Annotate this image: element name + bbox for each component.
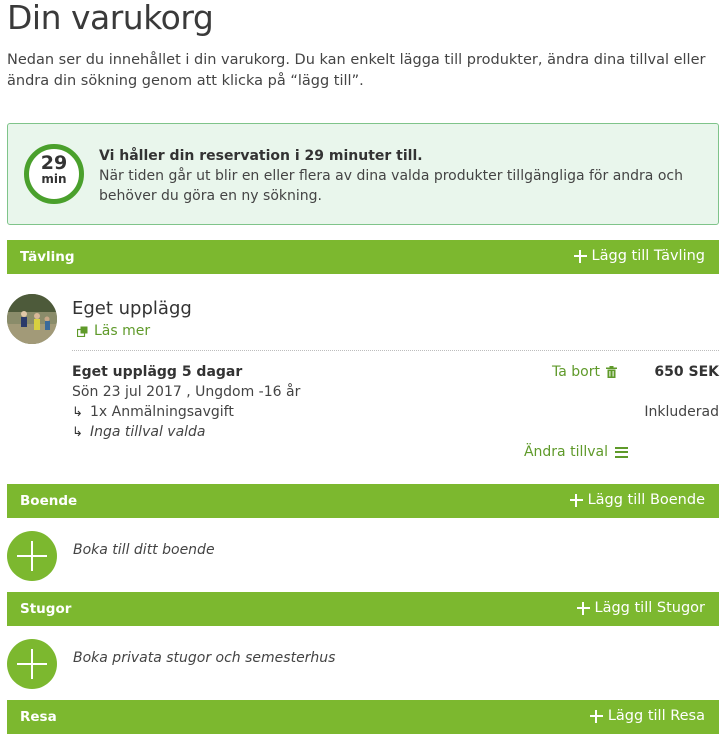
boende-empty-text: Boka till ditt boende [73, 542, 215, 558]
page-title: Din varukorg [7, 0, 214, 37]
item-price: 650 SEK [654, 364, 719, 380]
add-stugor-circle-button[interactable] [7, 639, 57, 689]
plus-icon [569, 493, 583, 507]
timer-unit: min [41, 172, 67, 186]
menu-icon [615, 446, 628, 458]
add-boende-circle-button[interactable] [7, 531, 57, 581]
sub-arrow-icon: ↳ [72, 425, 83, 440]
section-title-resa: Resa [20, 709, 57, 725]
external-link-icon [77, 326, 88, 337]
sub-arrow-icon: ↳ [72, 405, 83, 420]
add-resa-button[interactable]: Lägg till Resa [589, 708, 705, 724]
add-boende-button[interactable]: Lägg till Boende [569, 492, 705, 508]
timer-title: Vi håller din reservation i 29 minuter t… [99, 148, 423, 164]
section-title-stugor: Stugor [20, 601, 72, 617]
trash-icon [605, 366, 617, 378]
intro-text: Nedan ser du innehållet i din varukorg. … [7, 52, 706, 89]
add-resa-label: Lägg till Resa [607, 708, 705, 724]
fee-label: 1x Anmälningsavgift [90, 404, 234, 420]
reservation-timer-box: 29 min Vi håller din reservation i 29 mi… [7, 123, 719, 225]
read-more-label: Läs mer [94, 323, 151, 339]
section-header-stugor: Stugor Lägg till Stugor [7, 592, 719, 626]
change-addons-button[interactable]: Ändra tillval [524, 444, 628, 460]
plus-icon [573, 249, 587, 263]
product-title: Eget upplägg [72, 298, 192, 319]
section-title-tavling: Tävling [20, 249, 75, 265]
fee-line: ↳ 1x Anmälningsavgift [72, 404, 234, 420]
timer-circle: 29 min [24, 144, 84, 204]
timer-minutes: 29 [40, 152, 68, 174]
section-header-resa: Resa Lägg till Resa [7, 700, 719, 734]
addons-line: ↳ Inga tillval valda [72, 424, 206, 440]
product-avatar [7, 294, 57, 344]
add-stugor-button[interactable]: Lägg till Stugor [576, 600, 705, 616]
section-header-boende: Boende Lägg till Boende [7, 484, 719, 518]
add-boende-label: Lägg till Boende [587, 492, 705, 508]
remove-button[interactable]: Ta bort [552, 364, 617, 380]
no-addons-label: Inga tillval valda [90, 424, 206, 440]
section-title-boende: Boende [20, 493, 78, 509]
plus-icon [576, 601, 590, 615]
item-name: Eget upplägg 5 dagar [72, 364, 243, 380]
add-stugor-label: Lägg till Stugor [594, 600, 705, 616]
timer-text: Vi håller din reservation i 29 minuter t… [99, 146, 699, 206]
item-details: Sön 23 jul 2017 , Ungdom -16 år [72, 384, 301, 400]
add-tavling-label: Lägg till Tävling [591, 248, 705, 264]
plus-icon [589, 709, 603, 723]
section-header-tavling: Tävling Lägg till Tävling [7, 240, 719, 274]
remove-label: Ta bort [552, 364, 600, 380]
product-divider [72, 350, 719, 351]
change-addons-label: Ändra tillval [523, 444, 608, 460]
timer-message: När tiden går ut blir en eller flera av … [99, 168, 683, 204]
add-tavling-button[interactable]: Lägg till Tävling [573, 248, 705, 264]
read-more-link[interactable]: Läs mer [77, 323, 150, 339]
stugor-empty-text: Boka privata stugor och semesterhus [73, 650, 336, 666]
fee-status: Inkluderad [644, 404, 719, 420]
